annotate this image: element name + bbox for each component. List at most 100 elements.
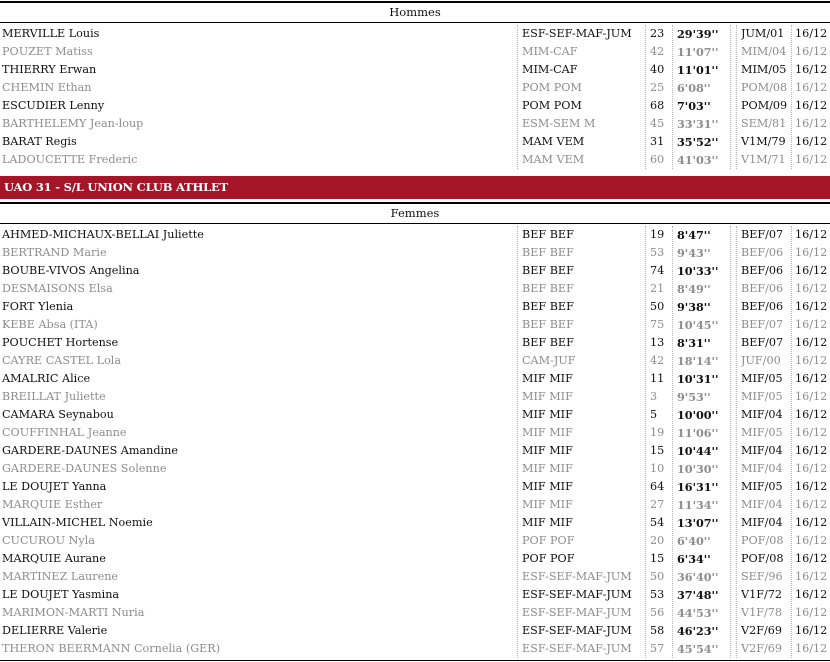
- category: MIM-CAF: [522, 63, 578, 76]
- athlete-name: CAMARA Seynabou: [2, 408, 114, 421]
- result-row: BOUBE-VIVOS Angelina BEF BEF 74 10'33'' BEF/…: [0, 262, 830, 280]
- result-row: THERON BEERMANN Cornelia (GER) ESF-SEF-MA…: [0, 640, 830, 658]
- category: POF POF: [522, 552, 575, 565]
- section-header-hommes: Hommes: [0, 1, 830, 23]
- result-row: POUZET Matiss MIM-CAF 42 11'07'' MIM/04 16/12: [0, 43, 830, 61]
- category: ESF-SEF-MAF-JUM: [522, 642, 632, 655]
- section-header-femmes: Femmes: [0, 202, 830, 224]
- date: 16/12: [795, 534, 828, 547]
- category-rank: BEF/07: [741, 228, 784, 241]
- result-row: FORT Ylenia BEF BEF 50 9'38'' BEF/06 16/12: [0, 298, 830, 316]
- date: 16/12: [795, 516, 828, 529]
- result-row: LADOUCETTE Frederic MAM VEM 60 41'03'' V1M/7…: [0, 151, 830, 169]
- athlete-name: BOUBE-VIVOS Angelina: [2, 264, 140, 277]
- result-row: MARQUIE Esther MIF MIF 27 11'34'' MIF/04 16/1…: [0, 496, 830, 514]
- date: 16/12: [795, 390, 828, 403]
- category-rank: MIF/04: [741, 462, 783, 475]
- category: MIF MIF: [522, 408, 573, 421]
- time: 36'40'': [677, 570, 719, 584]
- athlete-name: CAYRE CASTEL Lola: [2, 354, 122, 367]
- time: 11'01'': [677, 63, 719, 77]
- time: 11'07'': [677, 45, 719, 59]
- category: MIF MIF: [522, 390, 573, 403]
- athlete-name: BERTRAND Marie: [2, 246, 107, 259]
- time: 41'03'': [677, 153, 719, 167]
- category-rank: MIF/04: [741, 498, 783, 511]
- result-row: GARDERE-DAUNES Amandine MIF MIF 15 10'44'' M…: [0, 442, 830, 460]
- date: 16/12: [795, 228, 828, 241]
- bib-number: 56: [650, 606, 665, 619]
- category: MIF MIF: [522, 498, 573, 511]
- time: 8'47'': [677, 228, 711, 242]
- bib-number: 57: [650, 642, 665, 655]
- date: 16/12: [795, 282, 828, 295]
- category-rank: V1F/78: [741, 606, 782, 619]
- date: 16/12: [795, 81, 828, 94]
- athlete-name: CUCUROU Nyla: [2, 534, 95, 547]
- athlete-name: AHMED-MICHAUX-BELLAI Juliette: [2, 228, 204, 241]
- result-row: BERTRAND Marie BEF BEF 53 9'43'' BEF/06 16/12: [0, 244, 830, 262]
- category-rank: SEF/96: [741, 570, 783, 583]
- category-rank: BEF/06: [741, 246, 784, 259]
- time: 18'14'': [677, 354, 719, 368]
- section-title: Femmes: [390, 206, 440, 220]
- date: 16/12: [795, 480, 828, 493]
- result-row: MERVILLE Louis ESF-SEF-MAF-JUM 23 29'39'' JU…: [0, 25, 830, 43]
- bib-number: 31: [650, 135, 665, 148]
- bib-number: 68: [650, 99, 665, 112]
- category-rank: SEM/81: [741, 117, 787, 130]
- time: 10'45'': [677, 318, 719, 332]
- category-rank: BEF/07: [741, 336, 784, 349]
- athlete-name: MARTINEZ Laurene: [2, 570, 119, 583]
- category-rank: V2F/69: [741, 642, 782, 655]
- category-rank: MIF/05: [741, 390, 783, 403]
- category: MIF MIF: [522, 480, 573, 493]
- time: 33'31'': [677, 117, 719, 131]
- time: 35'52'': [677, 135, 719, 149]
- athlete-name: POUCHET Hortense: [2, 336, 119, 349]
- category-rank: V1M/71: [741, 153, 786, 166]
- date: 16/12: [795, 408, 828, 421]
- time: 13'07'': [677, 516, 719, 530]
- result-row: MARIMON-MARTI Nuria ESF-SEF-MAF-JUM 56 44'5…: [0, 604, 830, 622]
- category: POM POM: [522, 81, 582, 94]
- time: 37'48'': [677, 588, 719, 602]
- bib-number: 19: [650, 426, 665, 439]
- bib-number: 58: [650, 624, 665, 637]
- time: 16'31'': [677, 480, 719, 494]
- date: 16/12: [795, 354, 828, 367]
- athlete-name: THERON BEERMANN Cornelia (GER): [2, 642, 221, 655]
- result-row: AHMED-MICHAUX-BELLAI Juliette BEF BEF 19 8'…: [0, 226, 830, 244]
- section-title: Hommes: [389, 5, 441, 19]
- club-bar: UAO 31 - S/L UNION CLUB ATHLET: [0, 176, 830, 199]
- time: 10'00'': [677, 408, 719, 422]
- result-row: BARTHELEMY Jean-loup ESM-SEM M 45 33'31'' SE…: [0, 115, 830, 133]
- time: 10'33'': [677, 264, 719, 278]
- bib-number: 23: [650, 27, 665, 40]
- date: 16/12: [795, 426, 828, 439]
- result-row: MARQUIE Aurane POF POF 15 6'34'' POF/08 16/12: [0, 550, 830, 568]
- category: BEF BEF: [522, 264, 574, 277]
- bottom-rule: [0, 660, 830, 661]
- category: BEF BEF: [522, 228, 574, 241]
- date: 16/12: [795, 552, 828, 565]
- category-rank: POF/08: [741, 534, 784, 547]
- date: 16/12: [795, 300, 828, 313]
- date: 16/12: [795, 588, 828, 601]
- athlete-name: KEBE Absa (ITA): [2, 318, 98, 331]
- bib-number: 21: [650, 282, 665, 295]
- category-rank: POM/09: [741, 99, 788, 112]
- athlete-name: GARDERE-DAUNES Solenne: [2, 462, 167, 475]
- category: MIM-CAF: [522, 45, 578, 58]
- athlete-name: POUZET Matiss: [2, 45, 93, 58]
- date: 16/12: [795, 27, 828, 40]
- category-rank: MIF/04: [741, 408, 783, 421]
- athlete-name: MARIMON-MARTI Nuria: [2, 606, 145, 619]
- athlete-name: MERVILLE Louis: [2, 27, 100, 40]
- category-rank: MIF/05: [741, 426, 783, 439]
- athlete-name: MARQUIE Aurane: [2, 552, 106, 565]
- category: ESM-SEM M: [522, 117, 596, 130]
- bib-number: 50: [650, 570, 665, 583]
- bib-number: 42: [650, 354, 665, 367]
- time: 6'40'': [677, 534, 711, 548]
